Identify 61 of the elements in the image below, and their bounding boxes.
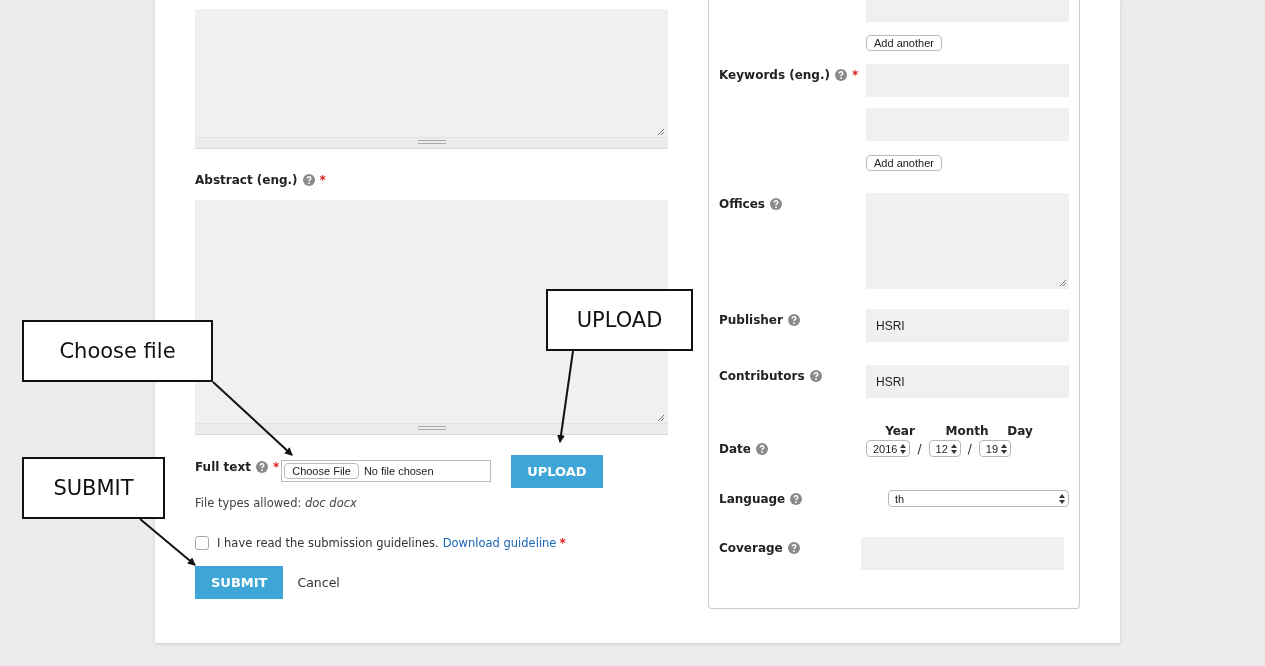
help-icon (787, 314, 800, 326)
grip-icon (417, 426, 446, 430)
resize-handle-icon (1059, 279, 1067, 287)
grip-icon (417, 140, 446, 144)
text-field[interactable]: HSRI (866, 365, 1069, 398)
add-another-button[interactable]: Add another (866, 35, 942, 51)
date-select[interactable]: 2016 (866, 440, 911, 457)
help-icon (302, 174, 315, 186)
field-label: Date (719, 442, 751, 456)
help-icon (255, 461, 268, 473)
language-select[interactable]: th (888, 490, 1069, 507)
required-mark: * (559, 536, 566, 550)
download-guideline-link[interactable]: Download guideline (442, 536, 557, 550)
date-select[interactable]: 12 (928, 440, 961, 457)
offices-textarea[interactable] (866, 193, 1069, 289)
help-icon (770, 198, 782, 210)
choose-file-button[interactable]: Choose File (284, 463, 359, 479)
updown-icon (900, 443, 907, 454)
resize-handle-icon (657, 414, 665, 422)
agreement-checkbox[interactable] (195, 536, 209, 550)
add-another-button[interactable]: Add another (866, 155, 942, 171)
file-types-hint: File types allowed: doc docx (195, 496, 358, 510)
text-area[interactable] (195, 9, 668, 149)
field-label: Publisher (719, 313, 783, 327)
field-label: Coverage (719, 541, 783, 555)
required-mark: * (852, 68, 859, 82)
field-label: Offices (719, 197, 765, 211)
date-part-heading: Day (1007, 424, 1033, 438)
field-label: Full text (195, 460, 251, 474)
file-status: No file chosen (363, 465, 434, 477)
callout-label: SUBMIT (22, 457, 165, 519)
file-input[interactable]: Choose File No file chosen (281, 460, 492, 482)
date-part-heading: Month (945, 424, 989, 438)
date-select[interactable]: 19 (978, 440, 1012, 457)
required-mark: * (272, 460, 280, 474)
updown-icon (950, 443, 957, 454)
agreement-text: I have read the submission guidelines. (217, 536, 439, 550)
updown-icon (1001, 443, 1008, 454)
date-separator: / (967, 441, 972, 456)
text-field[interactable]: HSRI (866, 309, 1069, 342)
abstract-textarea[interactable] (195, 200, 668, 435)
date-separator: / (917, 441, 922, 456)
required-mark: * (319, 173, 326, 187)
field-value: HSRI (876, 318, 905, 333)
help-icon (790, 492, 803, 505)
help-icon (835, 69, 847, 81)
callout-label: Choose file (22, 320, 213, 382)
callout-arrow (139, 518, 196, 566)
date-part-heading: Year (885, 424, 915, 438)
help-icon (755, 443, 768, 455)
field-label: Contributors (719, 369, 805, 383)
help-icon (787, 542, 800, 554)
updown-icon (1059, 493, 1065, 504)
callout-label: UPLOAD (546, 289, 693, 351)
cancel-link[interactable]: Cancel (297, 575, 340, 590)
field-label: Keywords (eng.) (719, 68, 830, 82)
field-value: HSRI (876, 374, 905, 389)
field-label: Language (719, 491, 786, 506)
field-label: Abstract (eng.) (195, 173, 298, 187)
resize-handle-icon (657, 128, 665, 136)
help-icon (809, 370, 822, 382)
